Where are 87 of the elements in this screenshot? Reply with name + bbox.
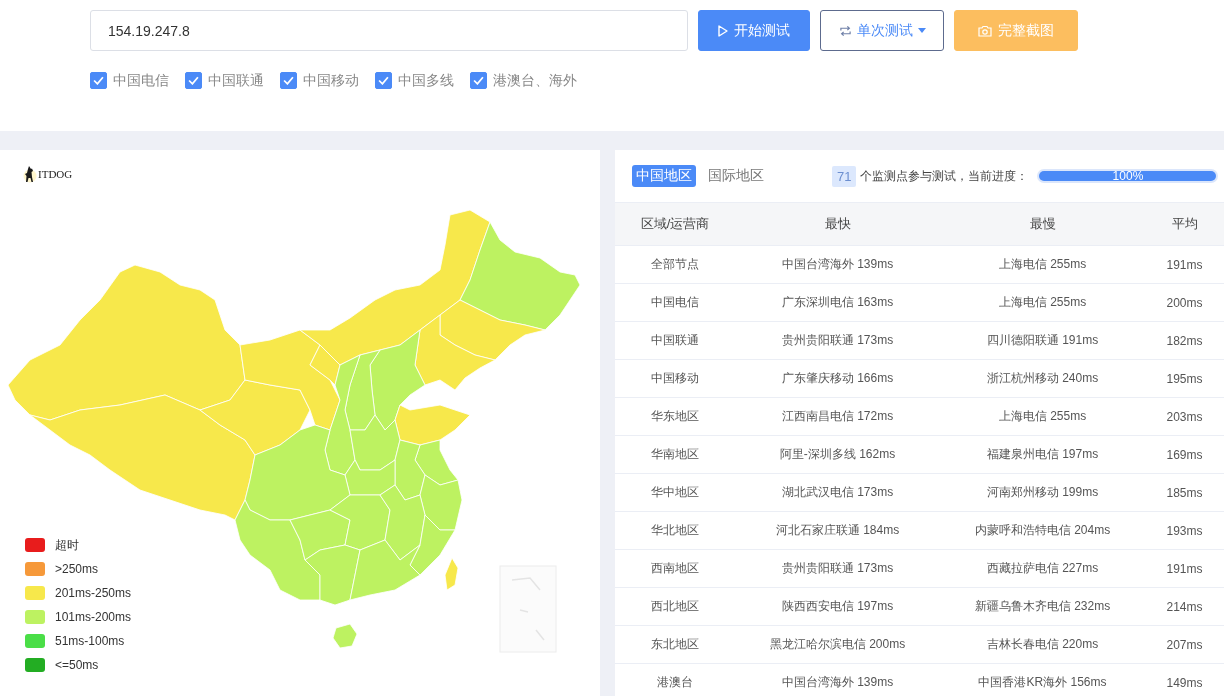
table-cell-text: 中国电信 bbox=[650, 294, 700, 311]
progress-reading: 100% bbox=[1111, 169, 1145, 183]
table-cell-text: 中国台湾海外 139ms bbox=[780, 256, 895, 273]
checkbox[interactable] bbox=[185, 71, 202, 89]
repeat-icon bbox=[838, 24, 852, 37]
table-cell-text: 河北石家庄联通 184ms bbox=[774, 522, 901, 539]
table-cell-text: 新疆乌鲁木齐电信 232ms bbox=[973, 598, 1112, 615]
table-cell-text: 中国联通 bbox=[650, 332, 700, 349]
table-cell-text: 江西南昌电信 172ms bbox=[780, 408, 895, 425]
table-cell-text: 吉林长春电信 220ms bbox=[985, 636, 1100, 653]
tick-icon bbox=[188, 75, 199, 85]
table-cell-text: 上海电信 255ms bbox=[997, 294, 1088, 311]
tick-icon bbox=[283, 75, 294, 85]
table-cell-text: 东北地区 bbox=[650, 636, 700, 653]
tick-icon bbox=[378, 75, 389, 85]
table-cell-text: 西南地区 bbox=[650, 560, 700, 577]
table-cell-text: 207ms bbox=[1165, 637, 1204, 652]
table-cell-text: 全部节点 bbox=[650, 256, 700, 273]
tick-icon bbox=[473, 75, 484, 85]
table-cell-text: 200ms bbox=[1165, 295, 1204, 310]
legend-label: 51ms-100ms bbox=[55, 634, 125, 648]
table-cell-text: 河南郑州移动 199ms bbox=[985, 484, 1100, 501]
column-header: 最快 bbox=[823, 215, 852, 233]
checkbox[interactable] bbox=[375, 71, 392, 89]
table-cell-text: 中国移动 bbox=[650, 370, 700, 387]
table-cell-text: 湖北武汉电信 173ms bbox=[780, 484, 895, 501]
table-cell-text: 贵州贵阳联通 173ms bbox=[780, 560, 895, 577]
legend-label: 101ms-200ms bbox=[55, 610, 132, 624]
checkbox-label[interactable]: 港澳台、海外 bbox=[493, 70, 577, 90]
checkbox[interactable] bbox=[470, 71, 487, 89]
column-header: 最慢 bbox=[1028, 215, 1057, 233]
action-button[interactable]: 单次测试 bbox=[820, 10, 944, 51]
table-cell-text: 西藏拉萨电信 227ms bbox=[985, 560, 1100, 577]
action-button[interactable]: 开始测试 bbox=[698, 10, 810, 51]
checkbox[interactable] bbox=[90, 71, 107, 89]
legend-label: <=50ms bbox=[55, 658, 99, 672]
table-cell-text: 广东深圳电信 163ms bbox=[780, 294, 895, 311]
logo-text: ITDOG bbox=[38, 168, 73, 180]
table-cell-text: 阿里-深圳多线 162ms bbox=[778, 446, 897, 463]
table-cell-text: 陕西西安电信 197ms bbox=[780, 598, 895, 615]
table-cell-text: 贵州贵阳联通 173ms bbox=[780, 332, 895, 349]
legend-label: >250ms bbox=[55, 562, 99, 576]
table-cell-text: 内蒙呼和浩特电信 204ms bbox=[973, 522, 1112, 539]
checkbox-label[interactable]: 中国电信 bbox=[113, 70, 169, 90]
table-cell-text: 203ms bbox=[1165, 409, 1204, 424]
table-cell-text: 广东肇庆移动 166ms bbox=[780, 370, 895, 387]
table-cell-text: 华中地区 bbox=[650, 484, 700, 501]
checkbox-label[interactable]: 中国移动 bbox=[303, 70, 359, 90]
region-tab[interactable]: 中国地区 bbox=[632, 165, 696, 187]
legend-label: 超时 bbox=[55, 536, 79, 554]
tick-icon bbox=[93, 75, 104, 85]
camera-icon bbox=[978, 24, 992, 37]
table-cell-text: 191ms bbox=[1165, 257, 1204, 272]
monitor-count-badge: 71 bbox=[832, 165, 857, 187]
caret-down-icon bbox=[917, 28, 926, 33]
table-cell-text: 西北地区 bbox=[650, 598, 700, 615]
table-cell-text: 华东地区 bbox=[650, 408, 700, 425]
address-input[interactable]: 154.19.247.8 bbox=[90, 10, 688, 51]
table-cell-text: 上海电信 255ms bbox=[997, 256, 1088, 273]
checkbox-label[interactable]: 中国联通 bbox=[208, 70, 264, 90]
table-cell-text: 中国香港KR海外 156ms bbox=[977, 674, 1108, 691]
table-cell-text: 浙江杭州移动 240ms bbox=[985, 370, 1100, 387]
checkbox[interactable] bbox=[280, 71, 297, 89]
play-icon bbox=[718, 24, 728, 37]
table-cell-text: 港澳台 bbox=[656, 674, 694, 691]
column-header: 平均 bbox=[1170, 215, 1199, 233]
table-cell-text: 191ms bbox=[1165, 561, 1204, 576]
table-cell-text: 福建泉州电信 197ms bbox=[985, 446, 1100, 463]
table-cell-text: 169ms bbox=[1165, 447, 1204, 462]
table-cell-text: 182ms bbox=[1165, 333, 1204, 348]
table-cell-text: 149ms bbox=[1165, 675, 1204, 690]
table-cell-text: 195ms bbox=[1165, 371, 1204, 386]
column-header: 区域/运营商 bbox=[639, 215, 711, 233]
table-cell-text: 华南地区 bbox=[650, 446, 700, 463]
region-tab[interactable]: 国际地区 bbox=[704, 165, 768, 187]
table-cell-text: 中国台湾海外 139ms bbox=[780, 674, 895, 691]
table-cell-text: 上海电信 255ms bbox=[997, 408, 1088, 425]
legend-label: 201ms-250ms bbox=[55, 586, 132, 600]
table-cell-text: 193ms bbox=[1165, 523, 1204, 538]
table-cell-text: 华北地区 bbox=[650, 522, 700, 539]
progress-label: 个监测点参与测试，当前进度： bbox=[860, 167, 1029, 185]
table-cell-text: 214ms bbox=[1165, 599, 1204, 614]
dog-icon bbox=[23, 165, 37, 183]
table-cell-text: 四川德阳联通 191ms bbox=[985, 332, 1100, 349]
table-cell-text: 黑龙江哈尔滨电信 200ms bbox=[768, 636, 907, 653]
table-cell-text: 185ms bbox=[1165, 485, 1204, 500]
checkbox-label[interactable]: 中国多线 bbox=[398, 70, 454, 90]
